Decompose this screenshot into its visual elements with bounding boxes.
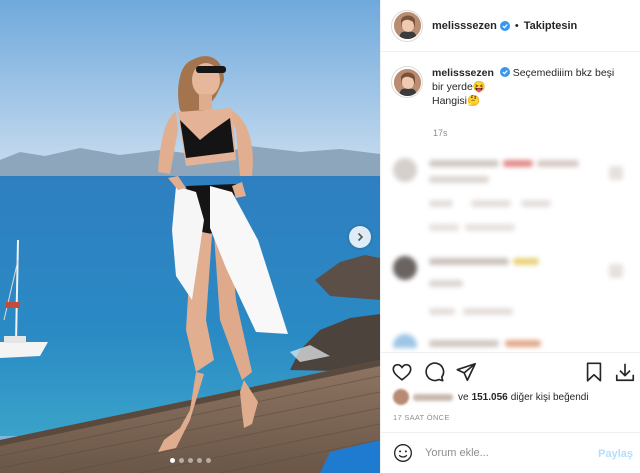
comment-avatar xyxy=(393,334,417,348)
comment-line xyxy=(463,308,513,315)
comments-list-blurred xyxy=(381,148,640,348)
follow-button[interactable]: Takiptesin xyxy=(524,20,578,32)
comment-like xyxy=(609,264,623,278)
comment-line xyxy=(471,200,511,207)
action-bar xyxy=(381,352,640,392)
liker-avatar xyxy=(393,389,409,405)
slide-dot xyxy=(187,458,193,463)
post-caption: melisssezen Seçemediiim bkz beşi bir yer… xyxy=(391,66,631,108)
comment-line xyxy=(429,200,453,207)
comment-line xyxy=(429,308,455,315)
post-time: 17 SAAT ÖNCE xyxy=(393,413,450,422)
comment-line xyxy=(521,200,551,207)
comment-bar: Paylaş xyxy=(381,432,640,473)
post-header: melisssezen • Takiptesin xyxy=(381,0,640,52)
slide-dot xyxy=(178,458,184,463)
comment-line xyxy=(429,258,509,265)
comment-line xyxy=(429,340,499,347)
likes-suffix: diğer kişi beğendi xyxy=(510,391,589,403)
header-separator: • xyxy=(514,19,519,32)
comment-line xyxy=(513,258,539,265)
comment-line xyxy=(429,176,489,183)
photo-scene xyxy=(0,0,380,473)
smiley-icon[interactable] xyxy=(393,443,413,463)
comment-line xyxy=(429,280,463,287)
bookmark-icon[interactable] xyxy=(583,361,605,383)
comment-like xyxy=(609,166,623,180)
comment-line xyxy=(537,160,579,167)
caption-avatar[interactable] xyxy=(391,66,423,98)
comment-line xyxy=(429,160,499,167)
verified-badge-icon xyxy=(499,20,510,31)
post-sidebar: melisssezen • Takiptesin melisssezen Seç… xyxy=(380,0,640,473)
caption-text-line2: Hangisi🤔 xyxy=(432,95,481,107)
slide-indicator xyxy=(0,458,380,463)
slide-dot xyxy=(196,458,202,463)
next-slide-button[interactable] xyxy=(349,226,371,248)
liker-name-blurred xyxy=(413,393,453,401)
download-icon[interactable] xyxy=(614,361,636,383)
profile-avatar[interactable] xyxy=(391,9,423,42)
post-comment-button[interactable]: Paylaş xyxy=(598,448,633,460)
comment-avatar xyxy=(393,256,417,280)
likes-prefix: ve xyxy=(458,391,469,403)
caption-timestamp: 17s xyxy=(433,128,448,138)
caption-username[interactable]: melisssezen xyxy=(432,67,494,79)
comment-line xyxy=(429,224,459,231)
comment-line xyxy=(505,340,541,347)
paper-plane-icon[interactable] xyxy=(455,361,477,383)
header-username[interactable]: melisssezen xyxy=(432,20,497,32)
comment-icon[interactable] xyxy=(423,361,445,383)
caption-text-block: melisssezen Seçemediiim bkz beşi bir yer… xyxy=(432,66,627,108)
comment-line xyxy=(465,224,515,231)
avatar-image xyxy=(393,68,421,96)
slide-dot xyxy=(205,458,211,463)
comment-input[interactable] xyxy=(425,447,585,459)
slide-dot xyxy=(169,458,175,463)
likes-summary[interactable]: ve 151.056 diğer kişi beğendi xyxy=(393,389,589,405)
verified-badge-icon xyxy=(499,67,510,77)
comment-avatar xyxy=(393,158,417,182)
post-photo[interactable] xyxy=(0,0,380,473)
comment-line xyxy=(503,160,533,167)
chevron-right-icon xyxy=(357,232,364,242)
likes-count: 151.056 xyxy=(471,391,508,403)
avatar-image xyxy=(393,12,421,39)
heart-icon[interactable] xyxy=(391,361,413,383)
